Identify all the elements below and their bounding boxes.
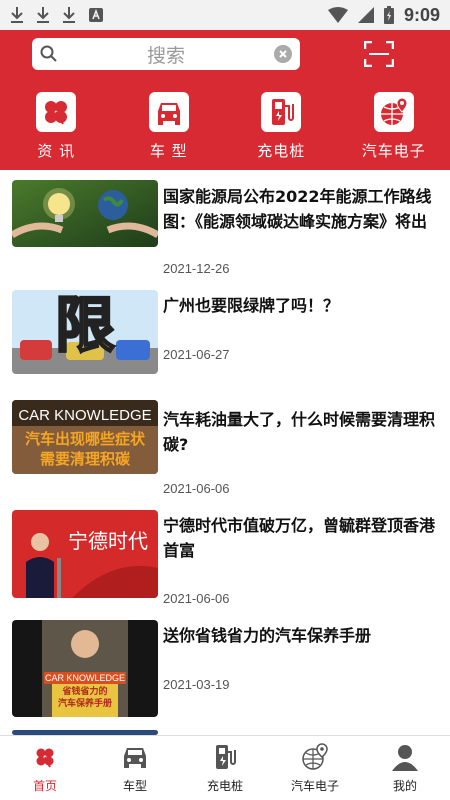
nav-label: 充电桩 [206,779,243,793]
download-icon [11,7,23,23]
nav-home[interactable]: 首页 [0,736,90,800]
news-item[interactable]: CAR KNOWLEDGE 汽车出现哪些症状 需要清理积碳 汽车耗油量大了，什么… [0,400,450,510]
news-item[interactable]: CAR KNOWLEDGE 省钱省力的 汽车保养手册 送你省钱省力的汽车保养手册… [0,620,450,730]
bottom-nav: 首页 车型 充电桩 汽车电子 我的 [0,735,450,800]
thumbnail-text: 限 [55,291,115,361]
news-title: 国家能源局公布2022年能源工作路线图：《能源领域碳达峰实施方案》将出 [163,187,432,231]
news-list: 国家能源局公布2022年能源工作路线图：《能源领域碳达峰实施方案》将出 2021… [0,170,450,735]
news-title: 宁德时代市值破万亿，曾毓群登顶香港首富 [163,516,436,560]
clock-time: 9:09 [403,4,440,25]
thumbnail-text: 汽车出现哪些症状 [25,430,146,448]
globe-location-icon [300,743,330,771]
news-thumbnail: 宁德时代 [12,510,158,598]
category-label: 充电桩 [257,142,306,160]
news-title: 广州也要限绿牌了吗！？ [163,296,340,315]
car-icon [120,743,150,771]
thumbnail-text: 需要清理积碳 [40,450,131,468]
app-notification-icon [89,8,103,22]
car-icon [148,92,189,132]
nav-label: 汽车电子 [290,779,339,793]
nav-car-electronics[interactable]: 汽车电子 [270,736,360,800]
news-date: 2021-12-26 [163,261,230,276]
news-item[interactable]: 宁德时代 宁德时代市值破万亿，曾毓群登顶香港首富 2021-06-06 [0,510,450,620]
download-icon [37,7,49,23]
news-date: 2021-03-19 [163,677,230,692]
clover-icon [36,92,77,132]
thumbnail-text: 汽车保养手册 [58,697,112,709]
scan-icon[interactable] [364,41,394,67]
category-bar: 资 讯 车 型 充电桩 汽车电子 [0,92,450,161]
news-item[interactable]: 限 广州也要限绿牌了吗！？ 2021-06-27 [0,290,450,400]
header: 搜索 资 讯 车 型 充电桩 汽车电子 [0,30,450,170]
category-label: 资 讯 [37,142,76,160]
user-icon [390,743,420,771]
category-charging[interactable]: 充电桩 [225,92,338,161]
news-item[interactable]: 国家能源局公布2022年能源工作路线图：《能源领域碳达峰实施方案》将出 2021… [0,180,450,290]
battery-icon [383,6,394,24]
news-thumbnail: CAR KNOWLEDGE 汽车出现哪些症状 需要清理积碳 [12,400,158,474]
signal-icon [357,7,374,23]
news-title: 送你省钱省力的汽车保养手册 [163,626,372,645]
nav-label: 我的 [392,779,417,793]
nav-charging[interactable]: 充电桩 [180,736,270,800]
download-icon [63,7,75,23]
news-thumbnail [12,180,158,247]
news-date: 2021-06-27 [163,347,230,362]
charging-station-icon [210,743,240,771]
news-date: 2021-06-06 [163,481,230,496]
news-date: 2021-06-06 [163,591,230,606]
category-news[interactable]: 资 讯 [0,92,113,161]
nav-profile[interactable]: 我的 [360,736,450,800]
category-label: 车 型 [149,142,188,160]
status-bar: 9:09 [0,0,450,30]
nav-label: 车型 [122,779,147,793]
close-icon [279,50,287,58]
category-car-electronics[interactable]: 汽车电子 [338,92,450,161]
search-icon [40,45,57,62]
globe-location-icon [373,92,414,132]
clover-icon [30,743,60,771]
nav-label: 首页 [32,779,57,793]
category-label: 汽车电子 [361,142,426,160]
category-car-models[interactable]: 车 型 [113,92,226,161]
wifi-icon [327,7,348,23]
news-thumbnail: CAR KNOWLEDGE 省钱省力的 汽车保养手册 [12,620,158,717]
clear-search-button[interactable] [274,45,292,63]
thumbnail-text: 宁德时代 [68,529,148,553]
news-thumbnail: 限 [12,290,158,374]
thumbnail-text: CAR KNOWLEDGE [45,673,125,683]
search-placeholder: 搜索 [146,44,185,67]
thumbnail-text: 省钱省力的 [61,685,107,697]
thumbnail-text: CAR KNOWLEDGE [18,407,151,424]
news-title: 汽车耗油量大了，什么时候需要清理积碳? [163,410,436,454]
charging-station-icon [261,92,302,132]
nav-car-models[interactable]: 车型 [90,736,180,800]
search-input[interactable]: 搜索 [32,38,300,70]
